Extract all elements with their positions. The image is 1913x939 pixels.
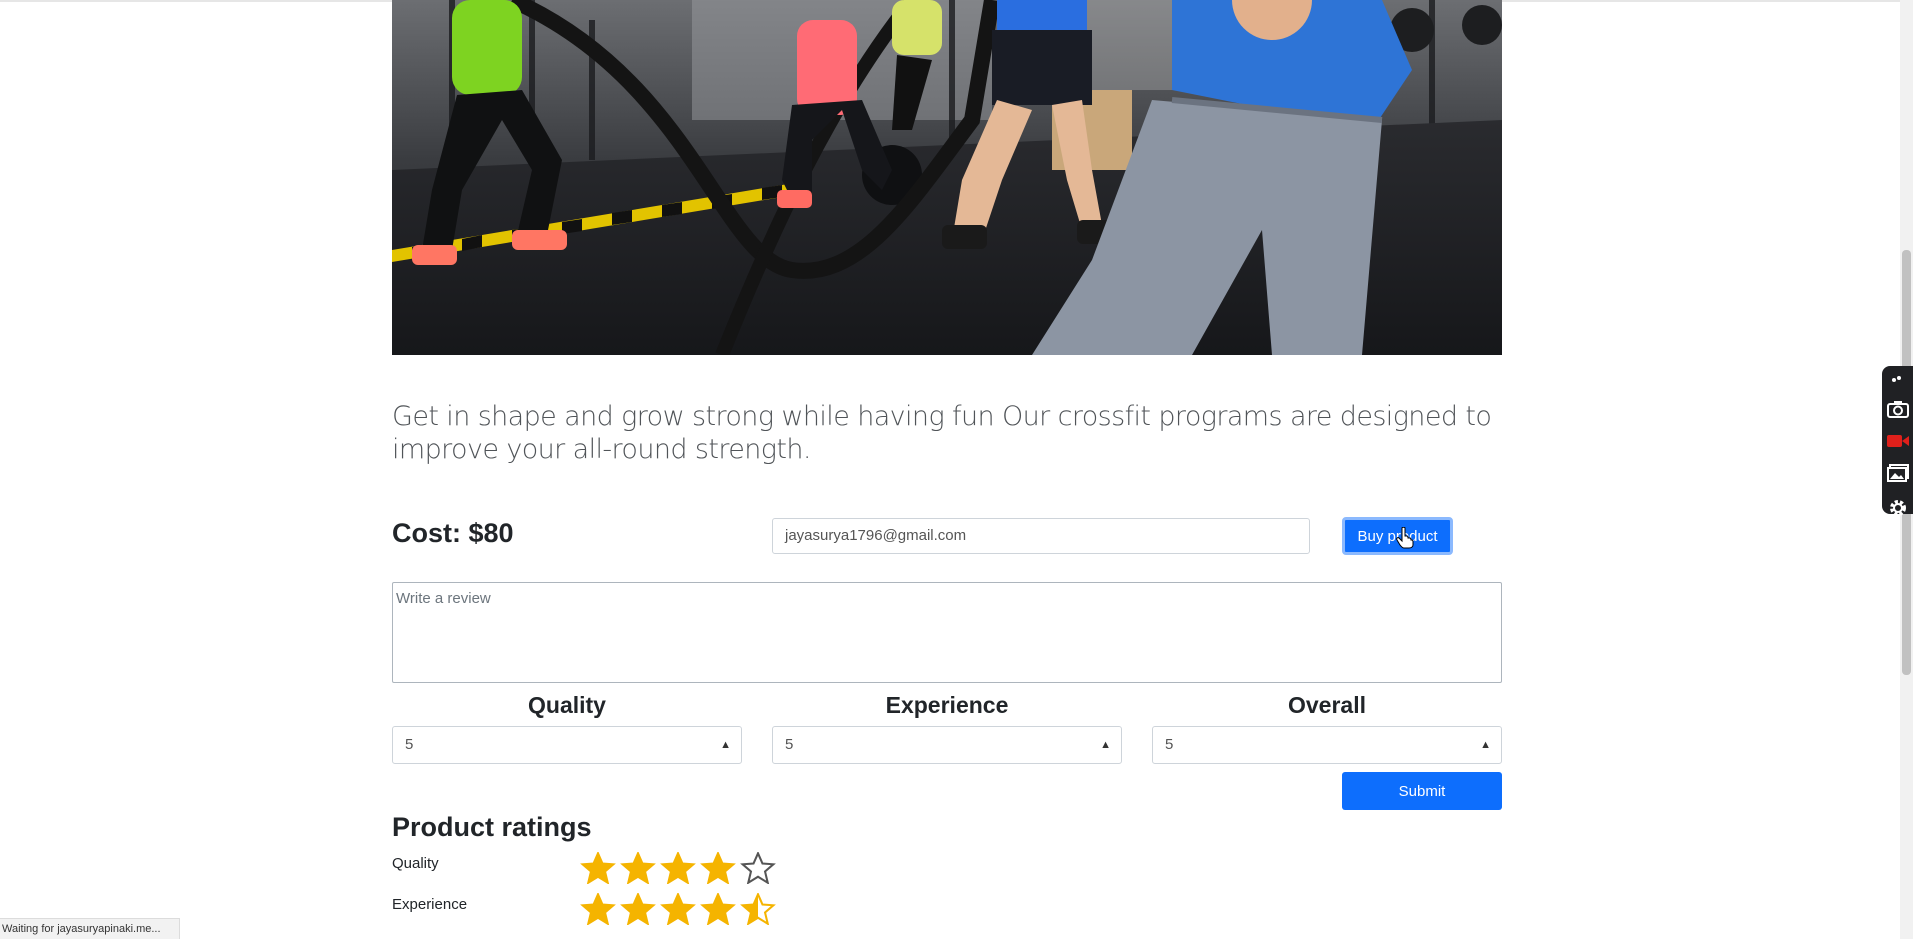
star-filled-icon (620, 893, 656, 925)
updown-caret-icon: ▲ (720, 739, 731, 751)
experience-label: Experience (885, 692, 1009, 718)
star-filled-icon (660, 893, 696, 925)
email-input[interactable]: jayasurya1796@gmail.com (772, 518, 1310, 554)
star-filled-icon (660, 852, 696, 884)
quality-select[interactable]: 5 ▲ (392, 726, 742, 764)
cost-label: Cost: $80 (392, 518, 514, 548)
star-half-icon (740, 893, 776, 925)
screen-recorder-toolbar (1882, 366, 1913, 516)
star-filled-icon (580, 852, 616, 884)
quality-stars (580, 852, 776, 884)
gear-icon[interactable] (1887, 497, 1909, 524)
overall-select[interactable]: 5 ▲ (1152, 726, 1502, 764)
experience-select-value: 5 (785, 736, 794, 753)
updown-caret-icon: ▲ (1480, 739, 1491, 751)
gallery-icon[interactable] (1886, 464, 1909, 487)
rating-label-experience: Experience (392, 896, 468, 913)
browser-status-bar: Waiting for jayasuryapinaki.me... (0, 918, 180, 939)
star-filled-icon (580, 893, 616, 925)
rating-label-quality: Quality (392, 855, 439, 872)
overall-label: Overall (1288, 692, 1366, 718)
video-record-icon[interactable] (1886, 433, 1910, 454)
hero-image (392, 0, 1502, 355)
star-filled-icon (700, 893, 736, 925)
camera-icon[interactable] (1886, 400, 1909, 423)
hand-cursor-icon (1396, 527, 1414, 549)
star-empty-icon (740, 852, 776, 884)
star-filled-icon (700, 852, 736, 884)
review-textarea[interactable]: Write a review (392, 582, 1502, 683)
overall-select-value: 5 (1165, 736, 1174, 753)
quality-label: Quality (528, 692, 606, 718)
quality-select-value: 5 (405, 736, 414, 753)
experience-select[interactable]: 5 ▲ (772, 726, 1122, 764)
product-description: Get in shape and grow strong while havin… (392, 401, 1492, 465)
experience-stars (580, 893, 776, 925)
settings-dots-icon[interactable] (1891, 372, 1905, 390)
star-filled-icon (620, 852, 656, 884)
product-ratings-title: Product ratings (392, 812, 592, 842)
updown-caret-icon: ▲ (1100, 739, 1111, 751)
submit-button[interactable]: Submit (1342, 772, 1502, 810)
